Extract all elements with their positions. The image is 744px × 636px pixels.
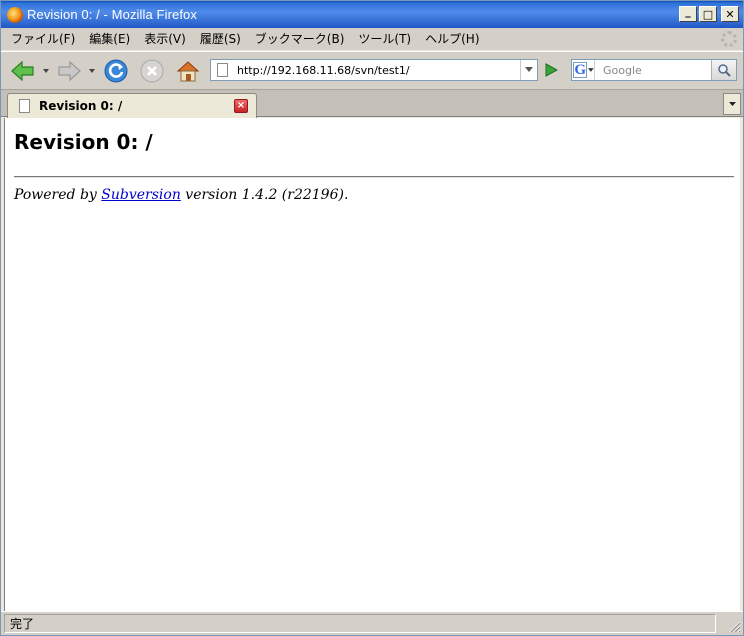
page-icon bbox=[19, 99, 30, 113]
go-button[interactable] bbox=[541, 60, 561, 80]
menu-view[interactable]: 表示(V) bbox=[138, 29, 194, 49]
url-text[interactable]: http://192.168.11.68/svn/test1/ bbox=[237, 64, 410, 77]
menu-edit[interactable]: 編集(E) bbox=[83, 29, 138, 49]
reload-button[interactable] bbox=[102, 58, 130, 84]
close-icon: × bbox=[236, 100, 246, 111]
status-panel: 完了 bbox=[4, 614, 716, 633]
window-controls: _ □ ✕ bbox=[679, 6, 739, 22]
status-text: 完了 bbox=[10, 617, 35, 631]
status-bar: 完了 bbox=[1, 611, 743, 635]
menu-help[interactable]: ヘルプ(H) bbox=[419, 29, 487, 49]
magnifier-icon bbox=[718, 64, 731, 77]
minimize-icon: _ bbox=[685, 4, 691, 18]
tab-revision-0[interactable]: Revision 0: / × bbox=[7, 93, 257, 118]
maximize-icon: □ bbox=[702, 7, 714, 21]
go-arrow-icon bbox=[545, 63, 558, 77]
forward-arrow-icon bbox=[58, 60, 81, 82]
page-icon bbox=[217, 63, 228, 77]
menu-history[interactable]: 履歴(S) bbox=[194, 29, 249, 49]
home-icon bbox=[176, 61, 200, 82]
resize-grip-icon[interactable] bbox=[727, 619, 741, 633]
throbber-icon bbox=[721, 31, 737, 47]
url-history-dropdown[interactable] bbox=[520, 60, 537, 80]
back-button[interactable] bbox=[9, 58, 37, 84]
tab-bar: Revision 0: / × bbox=[1, 89, 743, 118]
forward-history-dropdown[interactable] bbox=[89, 69, 95, 73]
forward-button[interactable] bbox=[55, 58, 83, 84]
search-bar[interactable]: G Google bbox=[571, 59, 737, 81]
minimize-button[interactable]: _ bbox=[679, 6, 697, 22]
chevron-down-icon bbox=[525, 67, 533, 72]
divider bbox=[14, 176, 734, 178]
chevron-down-icon bbox=[728, 101, 736, 106]
close-icon: ✕ bbox=[725, 7, 735, 21]
menu-bar: ファイル(F) 編集(E) 表示(V) 履歴(S) ブックマーク(B) ツール(… bbox=[1, 28, 743, 50]
footer-prefix: Powered by bbox=[14, 187, 102, 203]
tab-label: Revision 0: / bbox=[39, 99, 123, 113]
menu-tools[interactable]: ツール(T) bbox=[352, 29, 419, 49]
browser-window: Revision 0: / - Mozilla Firefox _ □ ✕ ファ… bbox=[0, 0, 744, 636]
title-bar[interactable]: Revision 0: / - Mozilla Firefox _ □ ✕ bbox=[1, 1, 743, 28]
window-title: Revision 0: / - Mozilla Firefox bbox=[27, 7, 197, 22]
search-engine-selector[interactable]: G bbox=[573, 60, 595, 80]
menu-bookmarks[interactable]: ブックマーク(B) bbox=[249, 29, 353, 49]
reload-icon bbox=[104, 59, 128, 83]
home-button[interactable] bbox=[174, 58, 202, 84]
google-engine-icon: G bbox=[573, 61, 588, 78]
page-content: Revision 0: / Powered by Subversion vers… bbox=[4, 118, 740, 611]
tab-list-button[interactable] bbox=[723, 93, 741, 115]
back-arrow-icon bbox=[11, 60, 34, 82]
page-heading: Revision 0: / bbox=[14, 130, 153, 154]
navigation-toolbar: http://192.168.11.68/svn/test1/ G Google bbox=[1, 51, 743, 89]
chevron-down-icon bbox=[588, 68, 594, 72]
footer-suffix: version 1.4.2 (r22196). bbox=[180, 187, 349, 203]
powered-by-footer: Powered by Subversion version 1.4.2 (r22… bbox=[14, 187, 348, 203]
url-bar[interactable]: http://192.168.11.68/svn/test1/ bbox=[210, 59, 538, 81]
menu-file[interactable]: ファイル(F) bbox=[5, 29, 83, 49]
back-history-dropdown[interactable] bbox=[43, 69, 49, 73]
stop-button[interactable] bbox=[138, 58, 166, 84]
tab-close-button[interactable]: × bbox=[234, 99, 248, 113]
search-input[interactable]: Google bbox=[603, 64, 642, 77]
maximize-button[interactable]: □ bbox=[699, 6, 717, 22]
search-button[interactable] bbox=[711, 60, 736, 80]
close-button[interactable]: ✕ bbox=[721, 6, 739, 22]
firefox-logo-icon bbox=[7, 6, 23, 23]
subversion-link[interactable]: Subversion bbox=[101, 187, 181, 203]
stop-icon bbox=[140, 59, 164, 83]
